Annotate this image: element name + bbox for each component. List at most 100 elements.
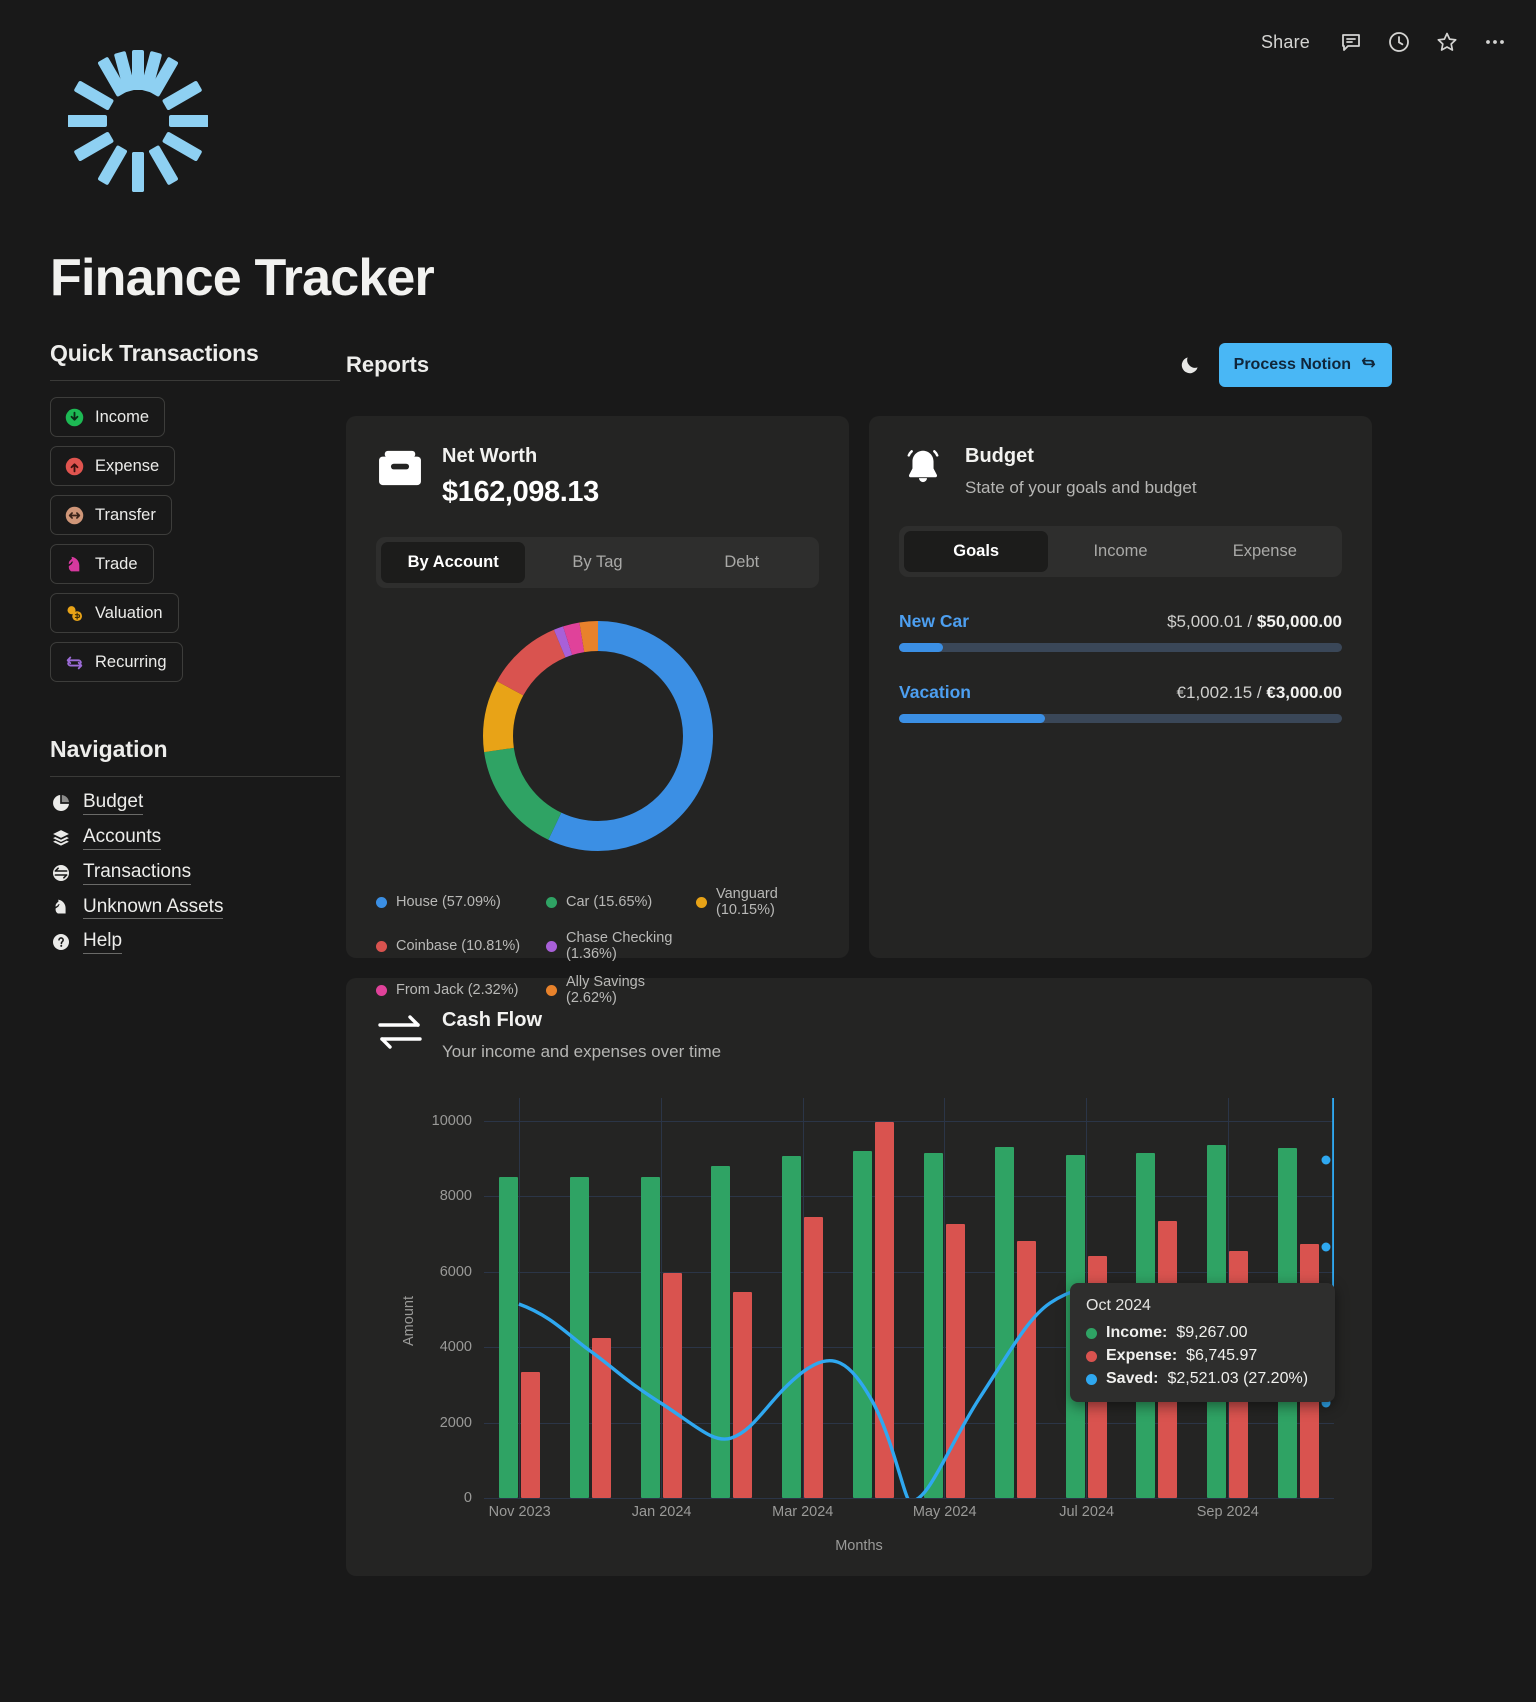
layers-icon <box>50 827 72 849</box>
more-icon[interactable] <box>1482 29 1508 55</box>
net-worth-legend: House (57.09%) Car (15.65%) Vanguard (10… <box>376 886 819 1006</box>
quick-transaction-label: Expense <box>95 456 160 475</box>
legend-item: Chase Checking (1.36%) <box>546 930 696 962</box>
moon-icon[interactable] <box>1179 354 1201 376</box>
budget-subtitle: State of your goals and budget <box>965 478 1197 497</box>
refresh-icon <box>1360 354 1377 376</box>
quick-transactions-heading: Quick Transactions <box>50 340 340 381</box>
tooltip-row-saved: Saved: $2,521.03 (27.20%) <box>1086 1370 1317 1388</box>
app-root: Share Finance Tracker Quick Transactions… <box>0 0 1536 1702</box>
quick-transactions-list: Income Expense Transfer Trade Valuation … <box>50 397 340 682</box>
sidebar-item-accounts[interactable]: Accounts <box>50 826 340 850</box>
goal-new-car: New Car $5,000.01 / $50,000.00 <box>899 611 1342 652</box>
sidebar-item-label: Budget <box>83 791 144 815</box>
income-point-marker <box>1321 1155 1331 1165</box>
quick-transaction-label: Recurring <box>95 652 167 671</box>
net-worth-header: Net Worth $162,098.13 <box>376 444 819 509</box>
tab-by-account[interactable]: By Account <box>381 542 526 583</box>
x-tick: Nov 2023 <box>488 1504 551 1520</box>
goal-vacation: Vacation €1,002.15 / €3,000.00 <box>899 682 1342 723</box>
tab-by-tag[interactable]: By Tag <box>525 542 669 583</box>
goal-amount: $5,000.01 / $50,000.00 <box>1167 612 1342 632</box>
tab-goals[interactable]: Goals <box>904 531 1049 572</box>
y-tick: 0 <box>463 1490 472 1506</box>
y-tick: 10000 <box>431 1112 472 1129</box>
cash-flow-subtitle: Your income and expenses over time <box>442 1042 722 1061</box>
quick-transaction-trade[interactable]: Trade <box>50 544 154 584</box>
tab-expense[interactable]: Expense <box>1193 531 1337 572</box>
legend-label: From Jack (2.32%) <box>396 982 519 998</box>
net-worth-tabs: By Account By Tag Debt <box>376 537 819 588</box>
star-icon[interactable] <box>1434 29 1460 55</box>
tab-income[interactable]: Income <box>1048 531 1192 572</box>
chart-tooltip: Oct 2024 Income: $9,267.00 Expense: $6,7… <box>1070 1283 1335 1402</box>
sidebar-item-label: Help <box>83 930 123 955</box>
pie-chart-icon <box>50 792 72 814</box>
goal-current: €1,002.15 <box>1176 683 1253 702</box>
net-worth-title: Net Worth <box>442 445 538 467</box>
wallet-icon <box>376 444 424 492</box>
process-notion-button[interactable]: Process Notion <box>1218 343 1392 387</box>
tooltip-row-expense: Expense: $6,745.97 <box>1086 1347 1317 1365</box>
share-button[interactable]: Share <box>1255 28 1316 57</box>
goal-name[interactable]: Vacation <box>899 682 971 703</box>
x-tick: Mar 2024 <box>772 1504 834 1520</box>
net-worth-amount: $162,098.13 <box>442 476 599 508</box>
legend-item: House (57.09%) <box>376 886 546 918</box>
sidebar-item-help[interactable]: Help <box>50 930 340 955</box>
tooltip-swatch <box>1086 1327 1097 1339</box>
question-circle-icon <box>50 931 72 953</box>
goal-row: New Car $5,000.01 / $50,000.00 <box>899 611 1342 632</box>
cash-flow-icon <box>376 1008 424 1056</box>
x-axis-ticks: Nov 2023 Jan 2024 Mar 2024 May 2024 Jul … <box>484 1504 1334 1524</box>
goal-progress-bar <box>899 643 1342 652</box>
report-cards-row: Net Worth $162,098.13 By Account By Tag … <box>346 416 1392 1006</box>
x-axis-label: Months <box>835 1538 883 1554</box>
net-worth-card: Net Worth $162,098.13 By Account By Tag … <box>346 416 849 1006</box>
cash-flow-card: Cash Flow Your income and expenses over … <box>346 978 1372 1576</box>
sidebar-item-transactions[interactable]: Transactions <box>50 861 340 885</box>
chess-knight-icon <box>63 553 85 575</box>
tab-debt[interactable]: Debt <box>670 542 814 583</box>
quick-transaction-expense[interactable]: Expense <box>50 446 176 486</box>
legend-label: Coinbase (10.81%) <box>396 938 521 954</box>
sidebar-item-label: Transactions <box>83 861 192 885</box>
y-tick: 4000 <box>439 1339 472 1356</box>
legend-swatch <box>546 940 557 952</box>
goal-progress-fill <box>899 714 1046 723</box>
repeat-icon <box>63 651 85 673</box>
quick-transaction-recurring[interactable]: Recurring <box>50 642 183 682</box>
expense-point-marker <box>1321 1242 1331 1252</box>
goal-target: €3,000.00 <box>1266 683 1342 702</box>
legend-swatch <box>376 940 387 952</box>
sidebar: Quick Transactions Income Expense Transf… <box>50 340 340 955</box>
navigation-list: Budget Accounts Transactions Unknown Ass… <box>50 791 340 955</box>
sidebar-item-unknown-assets[interactable]: Unknown Assets <box>50 896 340 920</box>
goal-name[interactable]: New Car <box>899 611 969 632</box>
legend-label: Car (15.65%) <box>566 894 653 910</box>
budget-tabs: Goals Income Expense <box>899 526 1342 577</box>
cash-flow-title: Cash Flow <box>442 1009 543 1031</box>
goal-amount: €1,002.15 / €3,000.00 <box>1177 683 1342 703</box>
budget-card: Budget State of your goals and budget Go… <box>869 416 1372 958</box>
budget-title: Budget <box>965 445 1034 467</box>
legend-swatch <box>376 984 387 996</box>
tooltip-label: Saved: <box>1106 1370 1159 1387</box>
gridline <box>484 1498 1334 1499</box>
history-icon[interactable] <box>1386 29 1412 55</box>
comment-icon[interactable] <box>1338 29 1364 55</box>
quick-transaction-transfer[interactable]: Transfer <box>50 495 172 535</box>
process-notion-label: Process Notion <box>1233 356 1351 373</box>
quick-transaction-income[interactable]: Income <box>50 397 166 437</box>
page-title: Finance Tracker <box>50 249 435 307</box>
quick-transaction-label: Trade <box>95 554 138 573</box>
quick-transaction-label: Income <box>95 407 150 426</box>
sidebar-item-budget[interactable]: Budget <box>50 791 340 815</box>
arrow-up-circle-icon <box>63 455 85 477</box>
quick-transaction-label: Transfer <box>95 505 156 524</box>
quick-transaction-valuation[interactable]: Valuation <box>50 593 179 633</box>
goal-row: Vacation €1,002.15 / €3,000.00 <box>899 682 1342 703</box>
coins-icon <box>63 602 85 624</box>
goal-separator: / <box>1252 683 1267 702</box>
legend-item: Car (15.65%) <box>546 886 696 918</box>
